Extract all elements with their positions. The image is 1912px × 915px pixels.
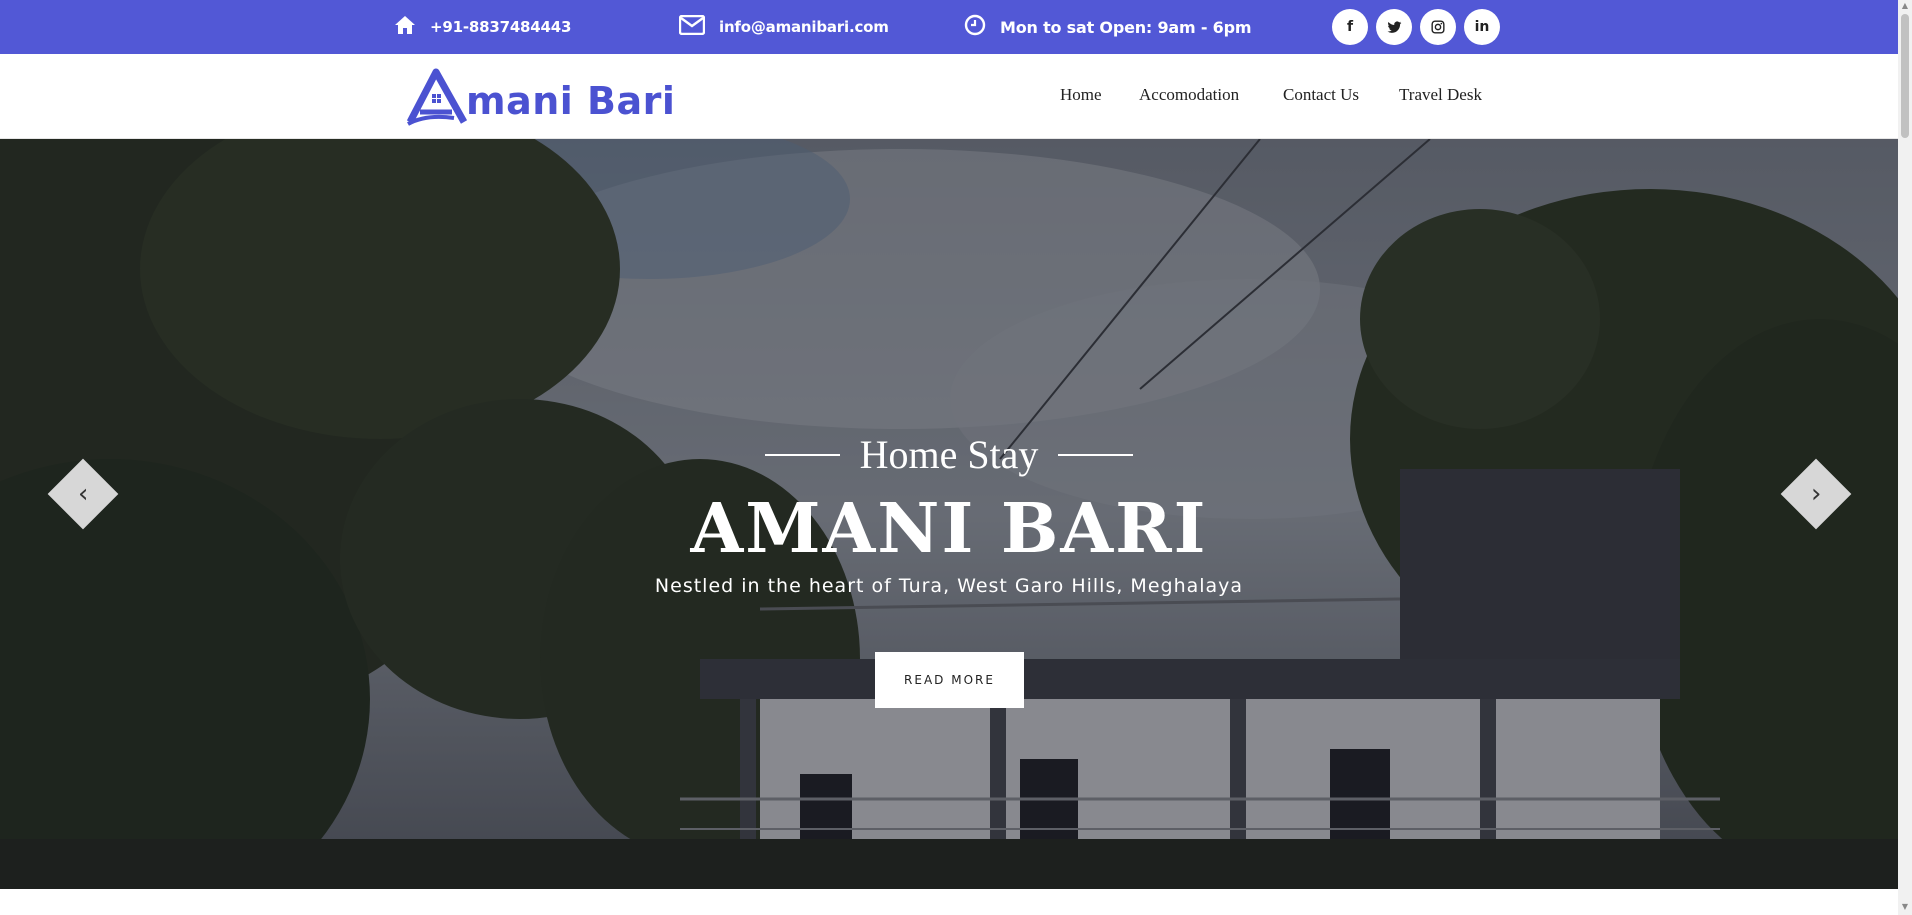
scrollbar-thumb[interactable] bbox=[1901, 14, 1909, 138]
hero-subtitle: Home Stay bbox=[859, 432, 1039, 477]
nav-contact-us[interactable]: Contact Us bbox=[1283, 85, 1359, 105]
opening-hours: Mon to sat Open: 9am - 6pm bbox=[964, 0, 1252, 54]
nav-accomodation[interactable]: Accomodation bbox=[1139, 85, 1239, 105]
divider-line-right bbox=[1058, 453, 1134, 456]
phone-contact[interactable]: +91-8837484443 bbox=[394, 0, 571, 54]
hero-title: AMANI BARI bbox=[690, 489, 1208, 569]
read-more-button[interactable]: READ MORE bbox=[875, 652, 1024, 708]
divider-line-left bbox=[764, 453, 840, 456]
chevron-left-icon: ‹ bbox=[77, 479, 89, 509]
email-address: info@amanibari.com bbox=[719, 18, 889, 36]
scroll-up-arrow-icon[interactable]: ▲ bbox=[1901, 2, 1909, 10]
main-header: mani Bari Home Accomodation Contact Us T… bbox=[0, 54, 1898, 139]
linkedin-icon[interactable]: in bbox=[1464, 9, 1500, 45]
hero-slider: Home Stay AMANI BARI Nestled in the hear… bbox=[0, 139, 1898, 889]
hero-subtitle-row: Home Stay bbox=[0, 431, 1898, 478]
home-icon bbox=[394, 15, 416, 40]
instagram-icon[interactable] bbox=[1420, 9, 1456, 45]
twitter-icon[interactable] bbox=[1376, 9, 1412, 45]
nav-travel-desk[interactable]: Travel Desk bbox=[1399, 85, 1482, 105]
hours-text: Mon to sat Open: 9am - 6pm bbox=[1000, 17, 1252, 37]
chevron-right-icon: › bbox=[1810, 479, 1822, 509]
page-scrollbar[interactable]: ▲ ▼ bbox=[1898, 0, 1912, 915]
scroll-down-arrow-icon[interactable]: ▼ bbox=[1901, 903, 1909, 911]
top-info-bar: +91-8837484443 info@amanibari.com Mon to… bbox=[0, 0, 1898, 54]
main-nav: Home Accomodation Contact Us Travel Desk bbox=[0, 54, 1898, 139]
phone-number: +91-8837484443 bbox=[430, 18, 572, 36]
facebook-icon[interactable]: f bbox=[1332, 9, 1368, 45]
nav-home[interactable]: Home bbox=[1060, 85, 1102, 105]
email-contact[interactable]: info@amanibari.com bbox=[678, 0, 889, 54]
social-links: f in bbox=[1332, 9, 1500, 45]
envelope-icon bbox=[678, 14, 706, 40]
clock-icon bbox=[964, 14, 986, 41]
hero-description: Nestled in the heart of Tura, West Garo … bbox=[654, 575, 1244, 597]
